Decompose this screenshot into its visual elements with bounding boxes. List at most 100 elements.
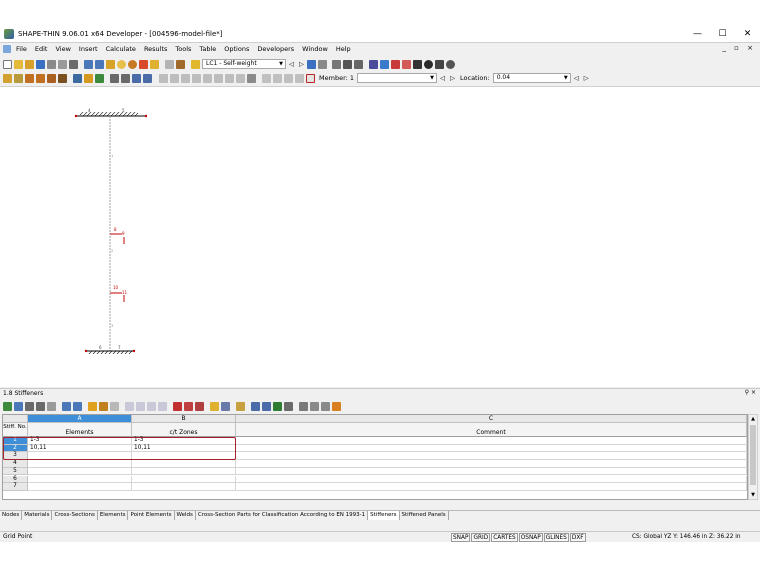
display-icon[interactable] — [369, 59, 378, 69]
cell-comment[interactable] — [236, 452, 747, 461]
menu-file[interactable]: File — [12, 45, 31, 53]
panel-nav1-icon[interactable] — [125, 401, 134, 411]
menu-window[interactable]: Window — [298, 45, 332, 53]
row-number[interactable]: 5 — [3, 467, 28, 476]
snap2-icon[interactable] — [170, 73, 179, 83]
menu-calculate[interactable]: Calculate — [102, 45, 140, 53]
panel-export-icon[interactable] — [3, 401, 12, 411]
toggle-glines[interactable]: GLINES — [543, 533, 569, 542]
location-next-icon[interactable]: ▷ — [584, 74, 589, 82]
cell-zones[interactable] — [132, 467, 236, 476]
panel-chart-icon[interactable] — [262, 401, 271, 411]
load-case-icon[interactable] — [191, 59, 200, 69]
panel-pin-icon[interactable]: ⚲ × — [745, 388, 756, 398]
close-icon[interactable]: ✕ — [735, 26, 760, 42]
tab-point-elements[interactable]: Point Elements — [128, 511, 175, 520]
tab-stiffened-panels[interactable]: Stiffened Panels — [399, 511, 449, 520]
result-values-icon[interactable] — [318, 59, 327, 69]
render-icon[interactable] — [435, 59, 444, 69]
delete-icon[interactable] — [413, 59, 422, 69]
zoom-icon[interactable] — [332, 59, 341, 69]
panel-nav3-icon[interactable] — [147, 401, 156, 411]
panel-cols-icon[interactable] — [210, 401, 219, 411]
panel-excel-icon[interactable] — [273, 401, 282, 411]
stiffener-icon[interactable] — [84, 73, 93, 83]
element-icon[interactable] — [25, 73, 34, 83]
snap3-icon[interactable] — [181, 73, 190, 83]
redo-icon[interactable] — [95, 59, 104, 69]
snap4-icon[interactable] — [192, 73, 201, 83]
next-icon[interactable]: ▷ — [299, 60, 304, 68]
snap9-icon[interactable] — [247, 73, 256, 83]
maximize-icon[interactable]: ☐ — [710, 26, 735, 42]
cell-comment[interactable] — [236, 444, 747, 453]
calculate-icon[interactable] — [139, 59, 148, 69]
open-icon[interactable] — [14, 59, 23, 69]
snap8-icon[interactable] — [236, 73, 245, 83]
snap7-icon[interactable] — [225, 73, 234, 83]
menu-edit[interactable]: Edit — [31, 45, 52, 53]
snap5-icon[interactable] — [203, 73, 212, 83]
panel-view-icon[interactable] — [236, 401, 245, 411]
column-letter-a[interactable]: A — [28, 415, 132, 423]
panel-fx-icon[interactable] — [310, 401, 319, 411]
results-icon[interactable] — [150, 59, 159, 69]
view-result-icon[interactable] — [307, 59, 316, 69]
panel-icon[interactable] — [176, 59, 185, 69]
toggle-grid[interactable]: GRID — [471, 533, 491, 542]
view-option-icon[interactable] — [262, 73, 271, 83]
color-icon[interactable] — [424, 59, 433, 69]
doc-icon[interactable] — [3, 45, 11, 53]
member-select[interactable]: ▼ — [357, 73, 438, 83]
triangle-icon[interactable] — [402, 59, 411, 69]
location-select[interactable]: 0.04 ▼ — [492, 73, 571, 83]
toggle-cartes[interactable]: CARTES — [491, 533, 518, 542]
section-icon[interactable] — [47, 73, 56, 83]
snap-icon[interactable] — [159, 73, 168, 83]
print-graphic-icon[interactable] — [58, 59, 67, 69]
minimize-icon[interactable]: — — [685, 26, 710, 42]
scroll-thumb[interactable] — [750, 425, 756, 485]
panel-delete-row-icon[interactable] — [73, 401, 82, 411]
panel-refresh-icon[interactable] — [110, 401, 119, 411]
cell-elements[interactable] — [28, 467, 132, 476]
row-number[interactable]: 7 — [3, 483, 28, 491]
toggle-snap[interactable]: SNAP — [451, 533, 471, 542]
panel-filter2-icon[interactable] — [99, 401, 108, 411]
member-icon[interactable] — [58, 73, 67, 83]
graphics-canvas[interactable]: 4 5 1 2 3 8 9 10 11 6 7 — [0, 86, 760, 387]
panel-rows-icon[interactable] — [221, 401, 230, 411]
tab-welds[interactable]: Welds — [174, 511, 196, 520]
point-icon[interactable] — [3, 73, 12, 83]
tab-classification[interactable]: Cross-Section Parts for Classification A… — [195, 511, 369, 520]
tab-materials[interactable]: Materials — [22, 511, 53, 520]
cell-comment[interactable] — [236, 467, 747, 476]
check-icon[interactable] — [95, 73, 104, 83]
cell-elements[interactable] — [28, 460, 132, 468]
save-icon[interactable] — [36, 59, 45, 69]
search-icon[interactable] — [117, 59, 126, 69]
panel-formula-icon[interactable] — [299, 401, 308, 411]
move-icon[interactable] — [391, 59, 400, 69]
view-option2-icon[interactable] — [273, 73, 282, 83]
filter-icon[interactable] — [121, 73, 130, 83]
cell-comment[interactable] — [236, 475, 747, 484]
dimension-icon[interactable] — [73, 73, 82, 83]
cell-comment[interactable] — [236, 460, 747, 468]
open-example-icon[interactable] — [25, 59, 34, 69]
measure-icon[interactable] — [354, 59, 363, 69]
menu-results[interactable]: Results — [140, 45, 171, 53]
view-option4-icon[interactable] — [295, 73, 304, 83]
mdi-controls[interactable]: _ ▫ × — [722, 44, 756, 52]
ruler-icon[interactable] — [343, 59, 352, 69]
rotate-icon[interactable] — [380, 59, 389, 69]
line-icon[interactable] — [14, 73, 23, 83]
tab-elements[interactable]: Elements — [97, 511, 129, 520]
cell-zones[interactable] — [132, 483, 236, 491]
load-case-select[interactable]: LC1 - Self-weight ▼ — [202, 59, 286, 69]
row-number[interactable]: 4 — [3, 460, 28, 468]
x-axis-icon[interactable] — [132, 73, 141, 83]
panel-copy-icon[interactable] — [25, 401, 34, 411]
print-icon[interactable] — [47, 59, 56, 69]
panel-join-icon[interactable] — [195, 401, 204, 411]
